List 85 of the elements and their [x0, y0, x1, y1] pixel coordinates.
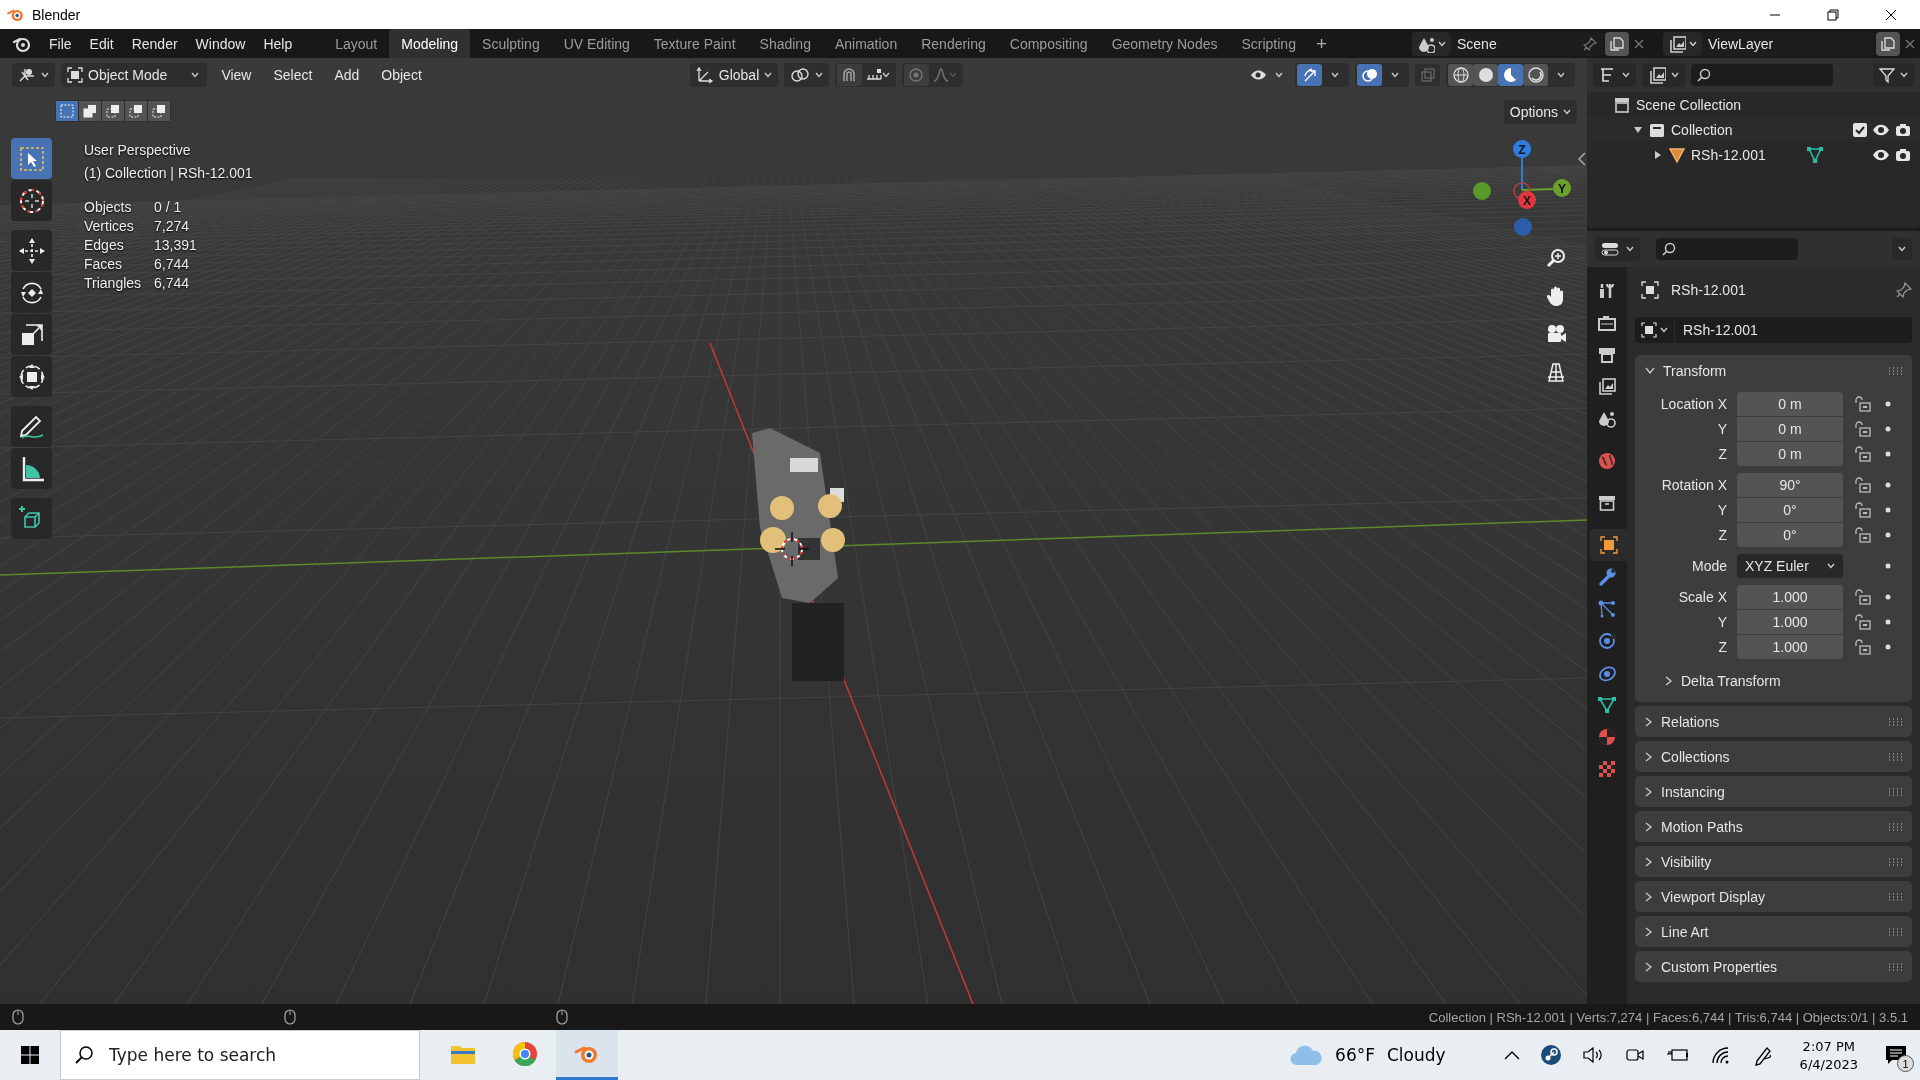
- field-label: Mode: [1690, 558, 1728, 574]
- panel-header[interactable]: Custom Properties: [1635, 951, 1912, 982]
- menu-item[interactable]: Edit: [80, 32, 123, 55]
- stat-label: Objects: [84, 199, 133, 215]
- field-label: Z: [1717, 527, 1728, 543]
- weather-condition: Cloudy: [1387, 1045, 1446, 1065]
- stat-value: 0 / 1: [154, 199, 183, 215]
- temperature: 66°F: [1335, 1045, 1375, 1065]
- notification-button[interactable]: 1: [1880, 1040, 1912, 1070]
- object-name-field[interactable]: RSh-12.001: [1635, 317, 1912, 343]
- axis-handle[interactable]: Y: [1553, 179, 1571, 197]
- viewport-menu-item[interactable]: View: [213, 64, 260, 86]
- stat-label: Triangles: [84, 275, 143, 291]
- stat-label: Faces: [84, 256, 124, 272]
- stat-value: 6,744: [154, 275, 191, 291]
- field-label: Y: [1716, 421, 1728, 437]
- panel-header[interactable]: Relations: [1635, 706, 1912, 737]
- workspace-tab[interactable]: UV Editing: [551, 29, 642, 58]
- workspace-tab[interactable]: Sculpting: [470, 29, 552, 58]
- stat-value: 7,274: [154, 218, 191, 234]
- outliner-item[interactable]: RSh-12.001: [1691, 146, 1801, 163]
- field-label: Location X: [1659, 396, 1728, 412]
- stat-label: Vertices: [84, 218, 135, 234]
- field-label: Rotation X: [1660, 477, 1728, 493]
- clock-time[interactable]: 2:07 PM: [1802, 1038, 1855, 1054]
- panel-header[interactable]: Motion Paths: [1635, 811, 1912, 842]
- viewport-menu-item[interactable]: Select: [265, 64, 321, 86]
- add-workspace-button[interactable]: +: [1307, 29, 1336, 58]
- panel-header[interactable]: Transform: [1635, 355, 1912, 386]
- number-field[interactable]: 0 m: [1737, 442, 1843, 466]
- stat-value: 6,744: [154, 256, 191, 272]
- menu-item[interactable]: File: [40, 32, 81, 55]
- number-field[interactable]: 0 m: [1737, 392, 1843, 416]
- status-text: Collection | RSh-12.001 | Verts:7,274 | Faces:6,744 | Tris:6,744 | Objects:0/1 | 3.5.1: [1428, 1009, 1908, 1025]
- taskbar-search-field[interactable]: Type here to search: [60, 1030, 420, 1080]
- panel-header[interactable]: Visibility: [1635, 846, 1912, 877]
- workspace-tab[interactable]: Layout: [323, 29, 390, 58]
- workspace-tab[interactable]: Modeling: [389, 29, 471, 58]
- number-field[interactable]: 90°: [1737, 473, 1843, 497]
- field-label: Y: [1716, 614, 1728, 630]
- viewport-menu-item[interactable]: Object: [373, 64, 430, 86]
- menu-item[interactable]: Render: [122, 32, 187, 55]
- options-dropdown[interactable]: Options: [1503, 100, 1577, 124]
- stat-label: Edges: [84, 237, 125, 253]
- number-field[interactable]: 1.000: [1737, 610, 1843, 634]
- number-field[interactable]: 1.000: [1737, 585, 1843, 609]
- workspace-tab[interactable]: Texture Paint: [641, 29, 748, 58]
- stat-value: 13,391: [154, 237, 198, 253]
- axis-handle[interactable]: Z: [1513, 140, 1531, 158]
- rotation-mode-dropdown[interactable]: XYZ Euler: [1737, 554, 1843, 578]
- object-name: RSh-12.001: [1671, 282, 1747, 298]
- number-field[interactable]: 0 m: [1737, 417, 1843, 441]
- field-label: Z: [1717, 446, 1728, 462]
- axis-handle[interactable]: X: [1518, 191, 1536, 209]
- workspace-tab[interactable]: Rendering: [909, 29, 998, 58]
- context-label: (1) Collection | RSh-12.001: [84, 164, 253, 183]
- workspace-tab[interactable]: Shading: [747, 29, 823, 58]
- workspace-tab[interactable]: Animation: [822, 29, 910, 58]
- field-label: Y: [1716, 502, 1728, 518]
- outliner-item[interactable]: Collection: [1671, 121, 1848, 138]
- number-field[interactable]: 0°: [1737, 523, 1843, 547]
- view-name: User Perspective: [84, 141, 192, 160]
- workspace-tab[interactable]: Compositing: [997, 29, 1100, 58]
- menu-item[interactable]: Help: [254, 32, 302, 55]
- panel-header[interactable]: Line Art: [1635, 916, 1912, 947]
- scene-name-field[interactable]: Scene: [1451, 31, 1603, 56]
- workspace-tab[interactable]: Geometry Nodes: [1099, 29, 1230, 58]
- outliner-item[interactable]: Scene Collection: [1636, 96, 1920, 113]
- window-title: Blender: [32, 6, 82, 23]
- panel-header[interactable]: Instancing: [1635, 776, 1912, 807]
- mode-dropdown[interactable]: Object Mode: [61, 63, 208, 87]
- workspace-tab[interactable]: Scripting: [1229, 29, 1308, 58]
- clock-date[interactable]: 6/4/2023: [1799, 1056, 1858, 1072]
- view-layer-name-field[interactable]: ViewLayer: [1702, 31, 1874, 56]
- notification-badge: 1: [1897, 1055, 1914, 1072]
- viewport-menu-item[interactable]: Add: [326, 64, 368, 86]
- panel-header[interactable]: Viewport Display: [1635, 881, 1912, 912]
- field-label: Scale X: [1677, 589, 1728, 605]
- orientation-dropdown[interactable]: Global: [689, 63, 778, 87]
- number-field[interactable]: 0°: [1737, 498, 1843, 522]
- panel-header[interactable]: Collections: [1635, 741, 1912, 772]
- field-label: Z: [1717, 639, 1728, 655]
- menu-item[interactable]: Window: [186, 32, 255, 55]
- subpanel-header[interactable]: Delta Transform: [1635, 666, 1912, 696]
- number-field[interactable]: 1.000: [1737, 635, 1843, 659]
